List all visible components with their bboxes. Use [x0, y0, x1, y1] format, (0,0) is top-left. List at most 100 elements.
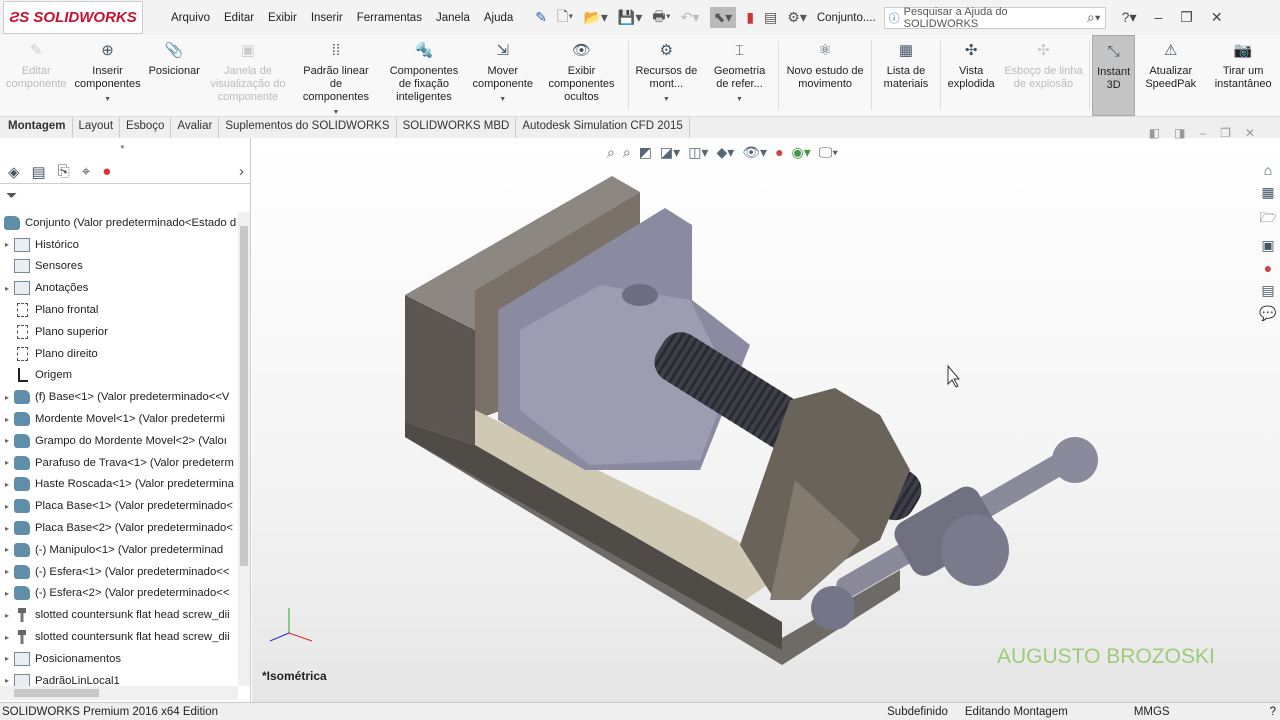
ribbon-button-exibir-componentes-ocultos[interactable]: 👁 Exibir componentes ocultos — [538, 35, 626, 116]
save-icon[interactable]: 💾▾ — [618, 9, 642, 26]
expand-arrow-icon[interactable]: ▸ — [0, 676, 14, 685]
expand-arrow-icon[interactable]: ▸ — [0, 393, 14, 402]
expand-arrow-icon[interactable]: ▸ — [0, 567, 14, 576]
expand-arrow-icon[interactable]: ▸ — [0, 524, 14, 533]
vise-3d-model[interactable] — [252, 138, 1280, 702]
tab-autodesk-simulation-cfd-2015[interactable]: Autodesk Simulation CFD 2015 — [516, 117, 690, 138]
tree-item[interactable]: ▸ Posicionamentos — [0, 648, 238, 670]
dimxpert-tab-icon[interactable]: ⌖ — [82, 163, 90, 180]
tree-item[interactable]: ▸ Mordente Movel<1> (Valor predetermi — [0, 408, 238, 430]
ribbon-button-posicionar[interactable]: 📎 Posicionar — [145, 35, 204, 116]
tree-item[interactable]: ▸ Histórico — [0, 234, 238, 256]
tree-item[interactable]: Sensores — [0, 256, 238, 278]
solidworks-logo[interactable]: ƧS SOLIDWORKS — [3, 1, 143, 34]
dropdown-arrow-icon[interactable]: ▼ — [104, 93, 111, 106]
file-properties-icon[interactable]: ▤ — [764, 9, 777, 26]
tree-item[interactable]: ▸ Haste Roscada<1> (Valor predetermina — [0, 474, 238, 496]
tree-item[interactable]: ▸ (f) Base<1> (Valor predeterminado<<V — [0, 386, 238, 408]
options-gear-icon[interactable]: ⚙▾ — [787, 9, 807, 26]
ribbon-button-tirar-um-instant-neo[interactable]: 📷 Tirar um instantâneo — [1206, 35, 1280, 116]
filter-icon[interactable]: ⏷ — [0, 184, 250, 206]
ribbon-button-inserir-componentes[interactable]: ⊕ Inserir componentes ▼ — [71, 35, 145, 116]
expand-arrow-icon[interactable]: ▸ — [0, 458, 14, 467]
expand-tabs-chevron-icon[interactable]: › — [239, 163, 244, 180]
minimize-button[interactable]: – — [1155, 9, 1163, 26]
select-icon[interactable]: ⬉▾ — [709, 7, 737, 28]
tree-item[interactable]: ▸ slotted countersunk flat head screw_dii — [0, 604, 238, 626]
ribbon-button-editar-componente[interactable]: ✎ Editar componente — [2, 35, 71, 116]
undo-icon[interactable]: ↶▾ — [681, 9, 700, 26]
tree-item[interactable]: ▸ Placa Base<1> (Valor predeterminado< — [0, 495, 238, 517]
print-icon[interactable]: 🖶▾ — [652, 6, 670, 30]
tab-solidworks-mbd[interactable]: SOLIDWORKS MBD — [397, 117, 517, 138]
tree-item[interactable]: ▸ slotted countersunk flat head screw_dii — [0, 626, 238, 648]
tab-montagem[interactable]: Montagem — [2, 117, 73, 138]
tree-item[interactable]: ▸ (-) Esfera<1> (Valor predeterminado<< — [0, 561, 238, 583]
ribbon-button-janela-de-visualiza-o-do-componente[interactable]: ▣ Janela de visualização do componente — [204, 35, 292, 116]
rebuild-icon[interactable]: ▮ — [746, 9, 754, 26]
tree-item[interactable]: Plano direito — [0, 343, 238, 365]
tab-avaliar[interactable]: Avaliar — [171, 117, 220, 138]
graphics-viewport[interactable]: ◧ ◨ – ❐ ✕ ⌕ ⌕ ◩ ◪▾ ◫▾ ◆▾ 👁▾ ● ◉▾ 🖵▾ ⌂ ▦ 🗁 ▣ ● ▤ 💬 … — [252, 126, 1280, 702]
tree-item[interactable]: Origem — [0, 365, 238, 387]
expand-arrow-icon[interactable]: ▸ — [0, 240, 14, 249]
expand-arrow-icon[interactable]: ▸ — [0, 545, 14, 554]
tree-item[interactable]: Plano frontal — [0, 299, 238, 321]
ribbon-button-novo-estudo-de-movimento[interactable]: ⚛ Novo estudo de movimento — [781, 35, 869, 116]
tab-esbo-o[interactable]: Esboço — [120, 117, 172, 138]
menu-editar[interactable]: Editar — [224, 12, 254, 24]
ribbon-button-recursos-de-mont-[interactable]: ⚙ Recursos de mont... ▼ — [630, 35, 702, 116]
ribbon-button-esbo-o-de-linha-de-explos-o[interactable]: ✣ Esboço de linha de explosão — [999, 35, 1087, 116]
tree-item[interactable]: ▸ PadrãoLinLocal1 — [0, 670, 238, 686]
tab-suplementos-do-solidworks[interactable]: Suplementos do SOLIDWORKS — [219, 117, 397, 138]
tree-item[interactable]: ▸ Placa Base<2> (Valor predeterminado< — [0, 517, 238, 539]
menu-ajuda[interactable]: Ajuda — [484, 12, 513, 24]
open-icon[interactable]: 📂▾ — [583, 9, 607, 26]
expand-arrow-icon[interactable]: ▸ — [0, 415, 14, 424]
dropdown-arrow-icon[interactable]: ▼ — [736, 93, 743, 106]
menu-ferramentas[interactable]: Ferramentas — [357, 12, 422, 24]
restore-button[interactable]: ❐ — [1180, 9, 1193, 26]
help-menu-icon[interactable]: ?▾ — [1122, 9, 1137, 26]
panel-grip[interactable]: ● — [120, 142, 125, 151]
tree-item[interactable]: ▸ (-) Esfera<2> (Valor predeterminado<< — [0, 583, 238, 605]
ribbon-button-instant-3d[interactable]: ⤡ Instant 3D — [1092, 35, 1136, 116]
configuration-manager-tab-icon[interactable]: ⎘ — [58, 163, 70, 180]
close-button[interactable]: ✕ — [1211, 9, 1223, 26]
expand-arrow-icon[interactable]: ▸ — [0, 611, 14, 620]
tree-item[interactable]: Plano superior — [0, 321, 238, 343]
tab-layout[interactable]: Layout — [73, 117, 121, 138]
expand-arrow-icon[interactable]: ▸ — [0, 480, 14, 489]
tree-item[interactable]: ▸ Anotações — [0, 277, 238, 299]
scroll-thumb[interactable] — [240, 226, 248, 566]
tree-item[interactable]: ▸ Parafuso de Trava<1> (Valor predeterm — [0, 452, 238, 474]
new-document-icon[interactable]: 🗋▾ — [557, 6, 573, 30]
ribbon-button-vista-explodida[interactable]: ✣ Vista explodida — [943, 35, 1000, 116]
expand-arrow-icon[interactable]: ▸ — [0, 654, 14, 663]
expand-arrow-icon[interactable]: ▸ — [0, 589, 14, 598]
display-manager-tab-icon[interactable]: ● — [102, 163, 111, 180]
scroll-thumb[interactable] — [14, 689, 99, 697]
ribbon-button-componentes-de-fixa-o-inteligentes[interactable]: 🔩 Componentes de fixação inteligentes — [380, 35, 468, 116]
ribbon-button-mover-componente[interactable]: ⇲ Mover componente ▼ — [468, 35, 538, 116]
expand-arrow-icon[interactable]: ▸ — [0, 633, 14, 642]
menu-arquivo[interactable]: Arquivo — [171, 12, 210, 24]
tree-item[interactable]: ▸ (-) Manipulo<1> (Valor predeterminad — [0, 539, 238, 561]
ribbon-button-lista-de-materiais[interactable]: ▦ Lista de materiais — [874, 35, 938, 116]
dropdown-arrow-icon[interactable]: ▼ — [499, 93, 506, 106]
ribbon-button-geometria-de-refer-[interactable]: ⌶ Geometria de refer... ▼ — [703, 35, 777, 116]
tree-item[interactable]: Conjunto (Valor predeterminado<Estado d — [0, 212, 238, 234]
expand-arrow-icon[interactable]: ▸ — [0, 436, 14, 445]
quick-tips-icon[interactable]: ? — [1270, 706, 1276, 718]
help-search-input[interactable]: ⓘ Pesquisar a Ajuda do SOLIDWORKS ⌕▾ — [883, 6, 1106, 30]
menu-janela[interactable]: Janela — [436, 12, 470, 24]
feature-manager-tab-icon[interactable]: ◈ — [8, 163, 20, 181]
units-selector[interactable]: MMGS — [1134, 706, 1170, 718]
tree-vertical-scrollbar[interactable] — [238, 212, 250, 686]
dropdown-arrow-icon[interactable]: ▼ — [663, 93, 670, 106]
search-icon[interactable]: ⌕▾ — [1087, 9, 1101, 26]
property-manager-tab-icon[interactable]: ▤ — [32, 163, 46, 181]
ribbon-button-padr-o-linear-de-componentes[interactable]: ⁞⁞ Padrão linear de componentes ▼ — [292, 35, 380, 116]
menu-exibir[interactable]: Exibir — [268, 12, 297, 24]
tree-item[interactable]: ▸ Grampo do Mordente Movel<2> (Valoı — [0, 430, 238, 452]
